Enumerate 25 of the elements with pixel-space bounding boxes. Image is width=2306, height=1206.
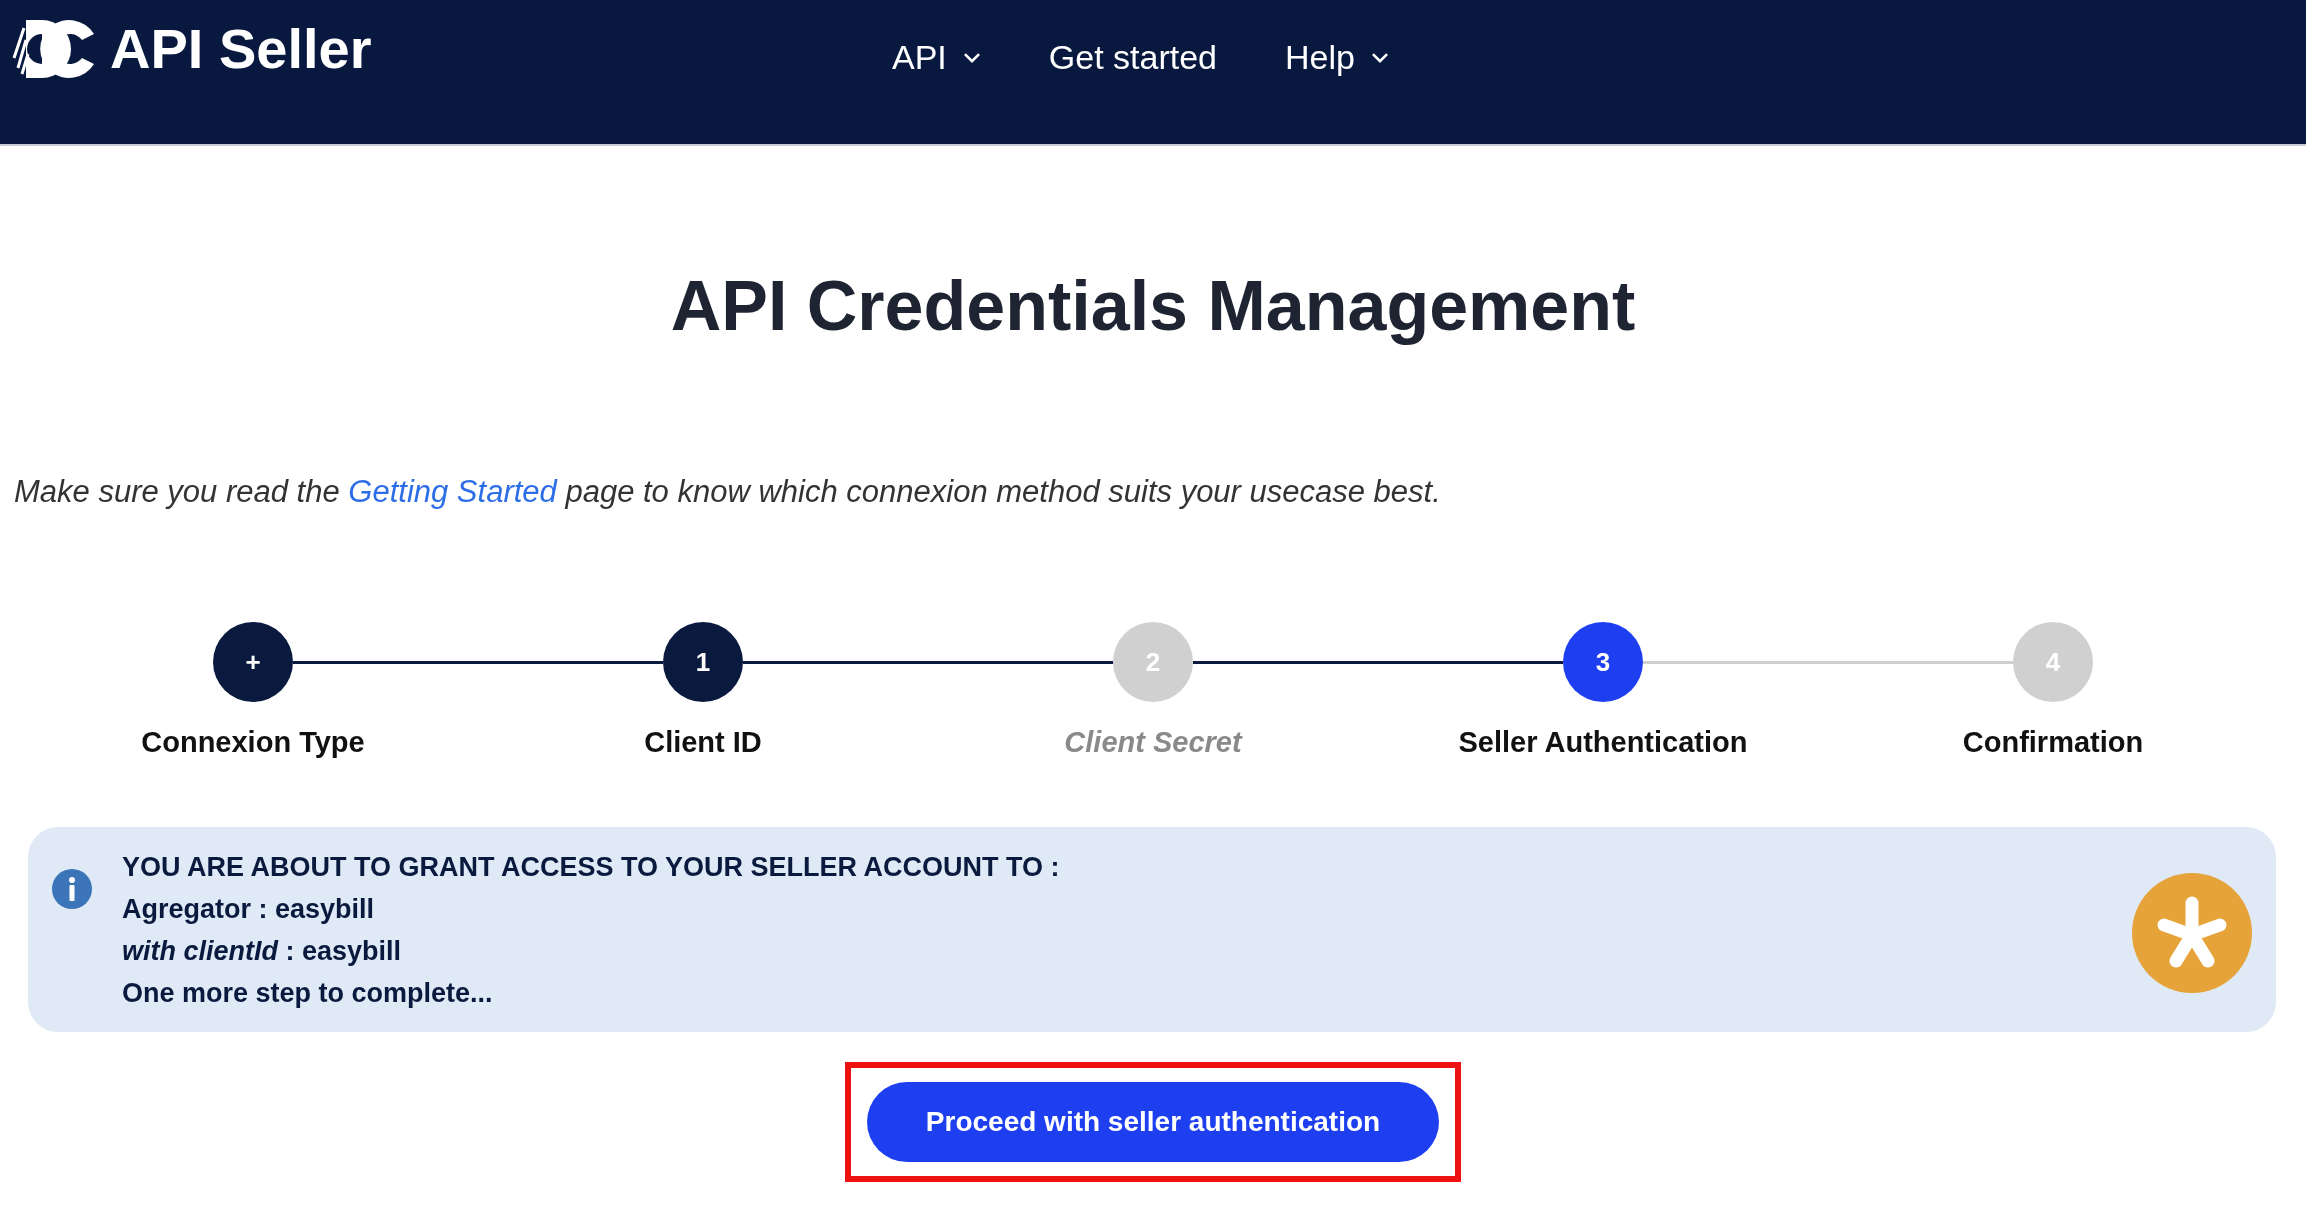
chevron-down-icon: [1370, 51, 1389, 64]
notice-line: One more step to complete...: [122, 977, 494, 1009]
notice-line: with clientId : easybill: [122, 935, 403, 967]
page-title: API Credentials Management: [669, 266, 1637, 347]
proceed-button[interactable]: Proceed with seller authentication: [867, 1082, 1439, 1162]
brand-name: API Seller: [110, 16, 372, 81]
notice-heading: YOU ARE ABOUT TO GRANT ACCESS TO YOUR SELLER ACCOUNT TO :: [122, 851, 1061, 883]
intro-text: Make sure you read the Getting Started page to know which connexion method suits your usecase best.: [14, 474, 1442, 510]
info-icon: [52, 869, 92, 909]
chevron-down-icon: [962, 51, 981, 64]
nav-link[interactable]: Get started: [1048, 38, 1217, 77]
notice-line: Agregator : easybill: [122, 893, 376, 925]
asterisk-badge-icon: [2132, 873, 2252, 993]
nav-link[interactable]: Help: [1285, 38, 1389, 77]
logo-icon: [12, 17, 96, 80]
step-label: Client Secret: [1064, 726, 1242, 759]
step-marker: 1: [663, 622, 743, 702]
nav-link[interactable]: API: [892, 38, 981, 77]
step-label: Connexion Type: [141, 726, 365, 759]
step-label: Confirmation: [1962, 726, 2144, 759]
step-marker: +: [213, 622, 293, 702]
step-marker: 3: [1563, 622, 1643, 702]
getting-started-link[interactable]: Getting Started: [348, 474, 557, 509]
step-label: Client ID: [644, 726, 762, 759]
step-label: Seller Authentication: [1458, 726, 1748, 759]
